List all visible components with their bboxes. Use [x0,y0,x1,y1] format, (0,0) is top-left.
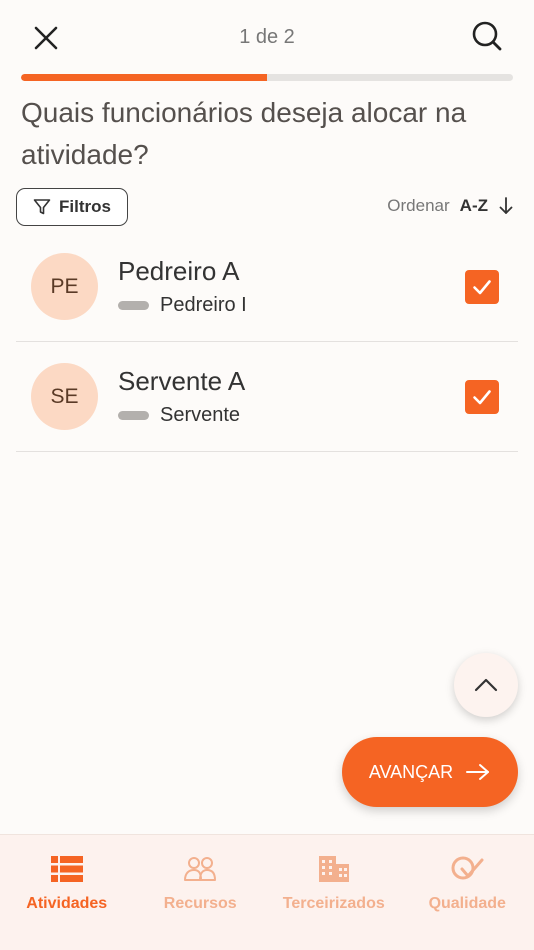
employee-name: Servente A [118,366,246,396]
role-label: Pedreiro I [160,294,247,316]
advance-button[interactable]: AVANÇAR [342,737,518,807]
employee-list: PE Pedreiro A Pedreiro I SE Servente A S… [16,232,518,452]
people-icon [184,857,217,881]
tab-terceirizados[interactable]: Terceirizados [267,835,401,950]
advance-label: AVANÇAR [368,761,454,782]
progress-bar [21,74,513,81]
search-button[interactable] [470,19,504,53]
tab-label: Qualidade [428,895,506,912]
question-title: Quais funcionários deseja alocar na ativ… [21,97,467,170]
checkmark-icon [473,280,491,295]
tab-atividades[interactable]: Atividades [0,835,134,950]
list-icon [50,856,83,882]
search-icon [472,21,502,51]
arrow-down-icon [499,197,513,214]
employee-role: Servente [118,404,240,427]
progress-fill [21,74,267,81]
role-label: Servente [160,404,241,426]
role-indicator [118,301,149,310]
filter-icon [33,199,51,215]
filters-button[interactable]: Filtros [16,188,128,226]
bottom-tab-bar: Atividades Recursos Terceirizados Qualid… [0,834,534,950]
scroll-to-top-button[interactable] [454,653,518,717]
building-icon [318,856,349,882]
header: 1 de 2 [0,0,534,74]
tab-qualidade[interactable]: Qualidade [401,835,534,950]
checkmark-icon [473,390,491,405]
list-item[interactable]: PE Pedreiro A Pedreiro I [16,232,518,342]
employee-name: Pedreiro A [118,256,240,286]
employee-checkbox[interactable] [465,380,499,414]
tab-label: Terceirizados [282,895,385,912]
step-indicator: 1 de 2 [239,26,295,48]
role-indicator [118,411,149,420]
avatar: SE [31,363,98,430]
sort-value: A-Z [459,196,488,215]
sort-control[interactable]: Ordenar A-Z [387,196,514,216]
avatar: PE [31,253,98,320]
sort-label: Ordenar [387,196,450,215]
quality-icon [451,856,484,880]
tab-recursos[interactable]: Recursos [134,835,268,950]
employee-checkbox[interactable] [465,270,499,304]
tab-label: Atividades [26,895,108,912]
chevron-up-icon [474,678,498,692]
tab-label: Recursos [163,895,237,912]
filters-label: Filtros [59,197,111,216]
list-item[interactable]: SE Servente A Servente [16,342,518,452]
employee-role: Pedreiro I [118,294,247,317]
arrow-right-icon [466,764,490,780]
